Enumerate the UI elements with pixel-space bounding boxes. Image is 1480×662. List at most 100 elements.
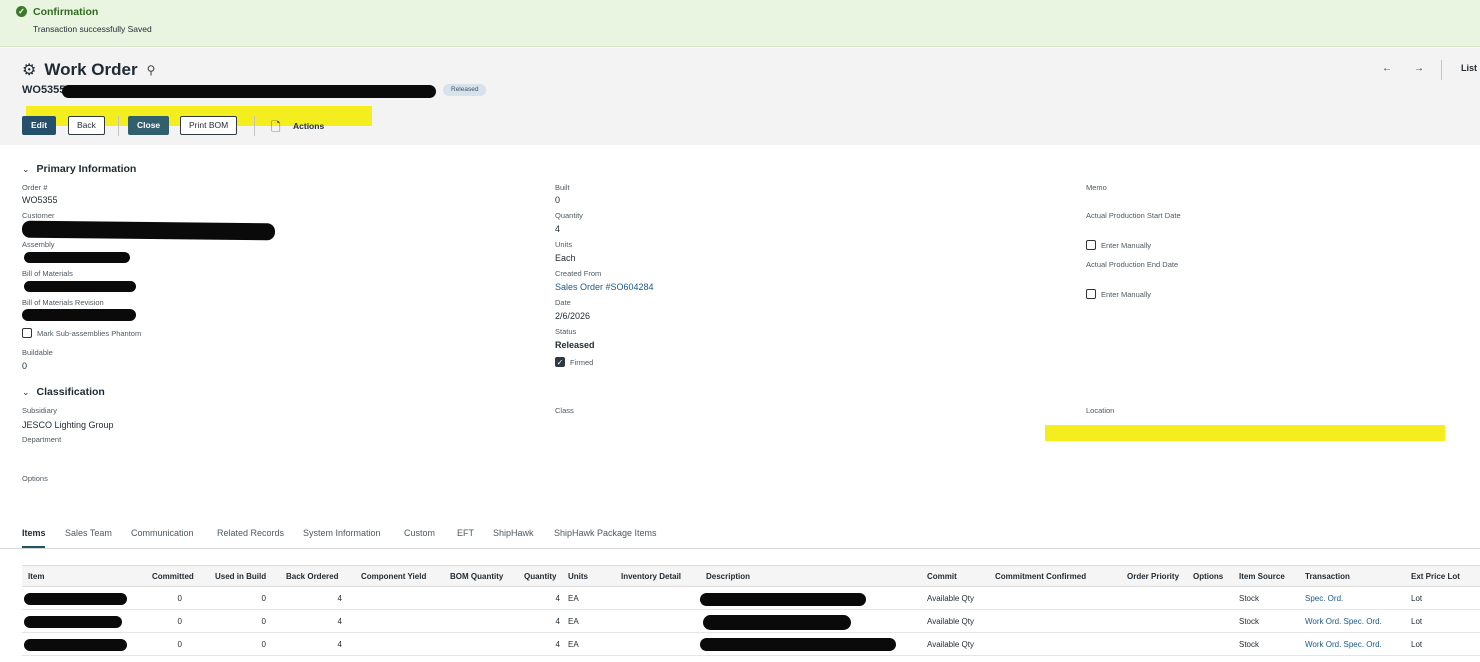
tab-system-information[interactable]: System Information (303, 528, 381, 538)
redaction-bar (22, 309, 136, 321)
redaction-bar (700, 638, 896, 651)
tab-sales-team[interactable]: Sales Team (65, 528, 112, 538)
redaction-bar (24, 616, 122, 628)
toolbar-divider (254, 116, 255, 136)
table-row[interactable]: 0 0 4 4 EA Available Qty Stock Work Ord.… (22, 611, 1480, 633)
transaction-link[interactable]: Spec. Ord. (1305, 594, 1343, 603)
used-in-build-cell: 0 (261, 594, 266, 603)
built-value: 0 (555, 195, 561, 205)
back-ordered-cell: 4 (337, 617, 342, 626)
column-header[interactable]: Back Ordered (286, 572, 338, 581)
column-header[interactable]: Commit (927, 572, 957, 581)
close-button[interactable]: Close (128, 116, 170, 135)
classification-heading[interactable]: ⌄ Classification (22, 386, 105, 398)
column-header[interactable]: Ext Price Lot (1411, 572, 1460, 581)
item-source-cell: Stock (1239, 617, 1260, 626)
quantity-cell: 4 (555, 640, 560, 649)
highlight-mark (1045, 425, 1445, 441)
check-circle-icon: ✓ (16, 6, 27, 17)
enter-manually-start-checkbox[interactable] (1086, 240, 1096, 250)
tab-items[interactable]: Items (22, 528, 46, 538)
column-header[interactable]: Order Priority (1127, 572, 1179, 581)
status-badge: Released (443, 84, 487, 96)
order-number-value: WO5355 (22, 195, 58, 205)
column-header[interactable]: Used in Build (215, 572, 266, 581)
table-row[interactable]: 0 0 4 4 EA Available Qty Stock Spec. Ord… (22, 588, 1480, 610)
redaction-bar (24, 593, 127, 605)
redaction-bar (24, 639, 127, 651)
memo-label: Memo (1086, 183, 1107, 192)
column-header[interactable]: Quantity (524, 572, 556, 581)
created-from-link[interactable]: Sales Order #SO604284 (555, 282, 654, 292)
quantity-label: Quantity (555, 211, 583, 220)
page-title: Work Order (44, 60, 138, 79)
mark-phantom-label: Mark Sub-assemblies Phantom (37, 329, 142, 338)
back-button[interactable]: Back (68, 116, 105, 135)
units-value: Each (555, 253, 576, 263)
confirmation-message: Transaction successfully Saved (33, 24, 152, 34)
column-header[interactable]: Description (706, 572, 750, 581)
redaction-bar (62, 85, 436, 98)
customer-label: Customer (22, 211, 55, 220)
column-header[interactable]: Transaction (1305, 572, 1350, 581)
transaction-link[interactable]: Work Ord. Spec. Ord. (1305, 640, 1382, 649)
column-header[interactable]: Component Yield (361, 572, 426, 581)
record-id: WO5355 (22, 84, 66, 96)
mark-phantom-checkbox[interactable] (22, 328, 32, 338)
title-row: ⚙ Work Order ⚲ (22, 60, 155, 80)
tab-custom[interactable]: Custom (404, 528, 435, 538)
subtab-bar: Items Sales Team Communication Related R… (0, 518, 1480, 549)
redaction-bar (703, 615, 851, 630)
quantity-value: 4 (555, 224, 561, 234)
enter-manually-start-label: Enter Manually (1101, 241, 1152, 250)
search-icon[interactable]: ⚲ (147, 63, 156, 77)
status-value: Released (555, 340, 595, 350)
tab-communication[interactable]: Communication (131, 528, 194, 538)
column-header[interactable]: Committed (152, 572, 194, 581)
commit-cell: Available Qty (927, 640, 974, 649)
column-header[interactable]: Item (28, 572, 44, 581)
tab-shiphawk-package-items[interactable]: ShipHawk Package Items (554, 528, 657, 538)
ext-price-lot-cell: Lot (1411, 640, 1423, 649)
transaction-link[interactable]: Work Ord. Spec. Ord. (1305, 617, 1382, 626)
options-label: Options (22, 474, 48, 483)
list-link[interactable]: List (1461, 63, 1477, 73)
previous-record-arrow[interactable]: ← (1382, 63, 1392, 74)
subsidiary-value: JESCO Lighting Group (22, 420, 114, 430)
table-row[interactable]: 0 0 4 4 EA Available Qty Stock Work Ord.… (22, 634, 1480, 656)
tab-shiphawk[interactable]: ShipHawk (493, 528, 534, 538)
column-header[interactable]: Commitment Confirmed (995, 572, 1086, 581)
primary-info-heading[interactable]: ⌄ Primary Information (22, 163, 136, 175)
tab-eft[interactable]: EFT (457, 528, 474, 538)
column-header[interactable]: BOM Quantity (450, 572, 503, 581)
used-in-build-cell: 0 (261, 640, 266, 649)
column-header[interactable]: Item Source (1239, 572, 1285, 581)
next-record-arrow[interactable]: → (1414, 63, 1424, 74)
enter-manually-end-checkbox[interactable] (1086, 289, 1096, 299)
active-tab-underline (22, 546, 45, 548)
nav-divider (1441, 60, 1442, 80)
chevron-down-icon: ⌄ (22, 387, 30, 397)
record-header: ⚙ Work Order ⚲ WO5355 Released Edit Back… (0, 48, 1480, 145)
ext-price-lot-cell: Lot (1411, 594, 1423, 603)
column-header[interactable]: Inventory Detail (621, 572, 681, 581)
actions-menu[interactable]: Actions (293, 121, 324, 131)
status-label: Status (555, 327, 577, 336)
new-document-icon[interactable]: 🗋 (271, 118, 281, 139)
redaction-bar (21, 220, 276, 241)
date-value: 2/6/2026 (555, 311, 591, 321)
firmed-checkbox[interactable]: ✓ (555, 357, 565, 367)
units-cell: EA (568, 617, 579, 626)
edit-button[interactable]: Edit (22, 116, 57, 135)
print-bom-button[interactable]: Print BOM (180, 116, 238, 135)
column-header[interactable]: Options (1193, 572, 1223, 581)
back-ordered-cell: 4 (337, 640, 342, 649)
redaction-bar (24, 281, 136, 292)
tab-related-records[interactable]: Related Records (217, 528, 284, 538)
table-header: Item Committed Used in Build Back Ordere… (22, 565, 1480, 587)
committed-cell: 0 (177, 594, 182, 603)
item-source-cell: Stock (1239, 640, 1260, 649)
column-header[interactable]: Units (568, 572, 588, 581)
used-in-build-cell: 0 (261, 617, 266, 626)
bom-label: Bill of Materials (22, 269, 73, 278)
